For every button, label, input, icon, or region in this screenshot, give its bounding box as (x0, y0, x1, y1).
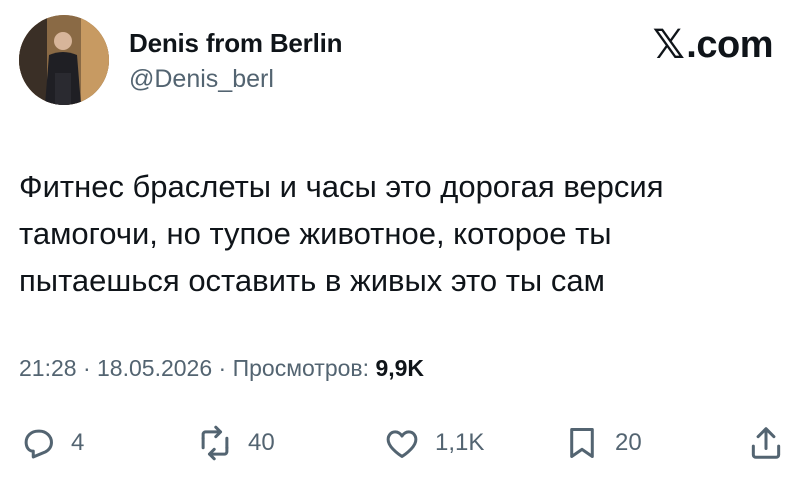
bookmark-count: 20 (615, 429, 642, 456)
reply-icon (24, 429, 53, 459)
tweet-card: Denis from Berlin @Denis_berl 𝕏 .com Фит… (0, 0, 811, 482)
reply-button[interactable]: 4 (19, 418, 84, 468)
share-icon (751, 427, 781, 459)
avatar-photo (19, 15, 109, 105)
tweet-line: Фитнес браслеты и часы это дорогая верси… (19, 169, 664, 204)
tweet-meta: 21:28 · 18.05.2026 · Просмотров: 9,9K (19, 355, 424, 382)
repost-icon (201, 425, 229, 461)
tweet-line: тамогочи, но тупое животное, которое ты (19, 216, 612, 251)
tweet-line: пытаешься оставить в живых это ты сам (19, 263, 605, 298)
reply-count: 4 (71, 429, 85, 456)
brand-domain: .com (686, 23, 773, 66)
repost-count: 40 (248, 429, 275, 456)
views-label: Просмотров: (232, 355, 370, 381)
tweet-text: Фитнес браслеты и часы это дорогая верси… (19, 163, 789, 304)
bookmark-icon (570, 428, 594, 458)
meta-separator: · (218, 355, 227, 381)
like-button[interactable]: 1,1K (383, 418, 484, 468)
x-brand-logo: 𝕏 .com (652, 22, 774, 68)
tweet-time[interactable]: 21:28 (19, 355, 77, 381)
tweet-date[interactable]: 18.05.2026 (97, 355, 212, 381)
repost-button[interactable]: 40 (196, 418, 275, 468)
like-count: 1,1K (435, 429, 485, 456)
display-name[interactable]: Denis from Berlin (129, 28, 343, 59)
views-count: 9,9K (375, 355, 425, 381)
share-button[interactable] (747, 418, 785, 468)
heart-icon (386, 430, 418, 458)
meta-separator: · (82, 355, 91, 381)
action-bar: 4 40 1,1K 20 (0, 418, 811, 468)
bookmark-button[interactable]: 20 (563, 418, 642, 468)
x-logo-icon: 𝕏 (652, 22, 685, 68)
user-handle[interactable]: @Denis_berl (129, 65, 274, 94)
avatar[interactable] (19, 15, 109, 105)
